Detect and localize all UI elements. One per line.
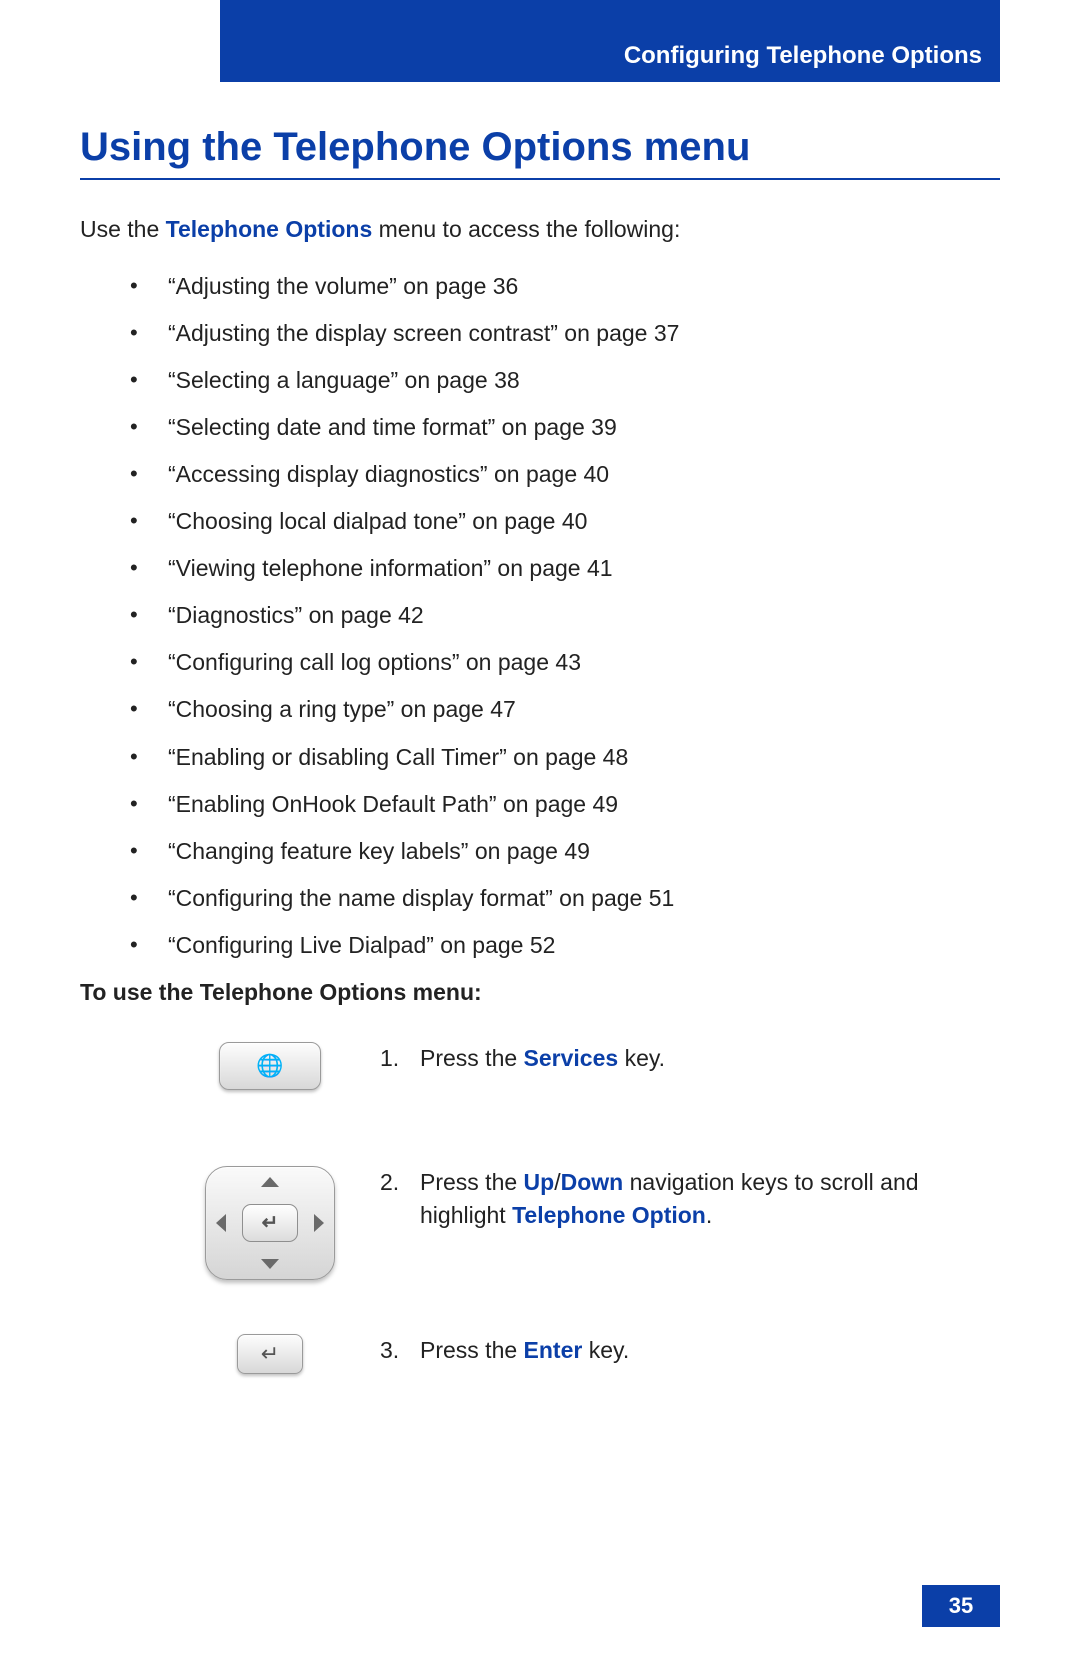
page-number-badge: 35 bbox=[922, 1585, 1000, 1627]
step-icon-cell: ↵ bbox=[160, 1166, 380, 1280]
list-item: “Adjusting the display screen contrast” … bbox=[130, 318, 1000, 349]
list-item: “Enabling OnHook Default Path” on page 4… bbox=[130, 789, 1000, 820]
intro-suffix: menu to access the following: bbox=[372, 216, 680, 242]
list-item: “Accessing display diagnostics” on page … bbox=[130, 459, 1000, 490]
step-body: Press the Enter key. bbox=[420, 1334, 629, 1367]
step-row: ↵ 3.Press the Enter key. bbox=[160, 1334, 1000, 1404]
left-arrow-icon bbox=[216, 1214, 226, 1232]
steps-container: 🌐1.Press the Services key.↵2.Press the U… bbox=[80, 1042, 1000, 1404]
services-key-icon: 🌐 bbox=[219, 1042, 321, 1090]
running-header-text: Configuring Telephone Options bbox=[624, 42, 982, 70]
list-item: “Choosing a ring type” on page 47 bbox=[130, 694, 1000, 725]
down-arrow-icon bbox=[261, 1259, 279, 1269]
intro-prefix: Use the bbox=[80, 216, 166, 242]
navigation-pad-icon: ↵ bbox=[205, 1166, 335, 1280]
list-item: “Choosing local dialpad tone” on page 40 bbox=[130, 506, 1000, 537]
enter-key-icon: ↵ bbox=[237, 1334, 303, 1374]
document-page: Configuring Telephone Options Using the … bbox=[0, 0, 1080, 1669]
bullet-list: “Adjusting the volume” on page 36 “Adjust… bbox=[80, 271, 1000, 961]
step-number: 1. bbox=[380, 1042, 420, 1075]
list-item: “Configuring call log options” on page 4… bbox=[130, 647, 1000, 678]
step-text-fragment: Press the bbox=[420, 1045, 524, 1071]
list-item: “Enabling or disabling Call Timer” on pa… bbox=[130, 742, 1000, 773]
list-item: “Changing feature key labels” on page 49 bbox=[130, 836, 1000, 867]
list-item: “Configuring Live Dialpad” on page 52 bbox=[130, 930, 1000, 961]
step-text: 2.Press the Up/Down navigation keys to s… bbox=[380, 1166, 1000, 1233]
page-number: 35 bbox=[949, 1593, 973, 1619]
page-title: Using the Telephone Options menu bbox=[80, 125, 1000, 180]
step-text-fragment: Press the bbox=[420, 1337, 524, 1363]
step-icon-cell: ↵ bbox=[160, 1334, 380, 1374]
keyword: Down bbox=[561, 1169, 624, 1195]
return-arrow-icon: ↵ bbox=[261, 1341, 279, 1367]
step-text: 3.Press the Enter key. bbox=[380, 1334, 1000, 1367]
list-item: “Adjusting the volume” on page 36 bbox=[130, 271, 1000, 302]
list-item: “Selecting a language” on page 38 bbox=[130, 365, 1000, 396]
keyword: Services bbox=[524, 1045, 619, 1071]
step-body: Press the Up/Down navigation keys to scr… bbox=[420, 1166, 1000, 1233]
step-text-fragment: key. bbox=[582, 1337, 629, 1363]
step-body: Press the Services key. bbox=[420, 1042, 665, 1075]
step-row: 🌐 1.Press the Services key. bbox=[160, 1042, 1000, 1112]
step-number: 2. bbox=[380, 1166, 420, 1233]
list-item: “Selecting date and time format” on page… bbox=[130, 412, 1000, 443]
intro-paragraph: Use the Telephone Options menu to access… bbox=[80, 214, 1000, 245]
up-arrow-icon bbox=[261, 1177, 279, 1187]
list-item: “Configuring the name display format” on… bbox=[130, 883, 1000, 914]
step-text-fragment: Press the bbox=[420, 1169, 524, 1195]
step-icon-cell: 🌐 bbox=[160, 1042, 380, 1090]
keyword: Telephone Option bbox=[512, 1202, 706, 1228]
list-item: “Viewing telephone information” on page … bbox=[130, 553, 1000, 584]
step-number: 3. bbox=[380, 1334, 420, 1367]
right-arrow-icon bbox=[314, 1214, 324, 1232]
step-row: ↵ 2.Press the Up/Down navigation keys to … bbox=[160, 1166, 1000, 1280]
step-text: 1.Press the Services key. bbox=[380, 1042, 1000, 1075]
globe-icon: 🌐 bbox=[256, 1053, 283, 1079]
step-text-fragment: . bbox=[706, 1202, 712, 1228]
page-content: Using the Telephone Options menu Use the… bbox=[80, 125, 1000, 1404]
step-text-fragment: key. bbox=[618, 1045, 665, 1071]
keyword: Enter bbox=[524, 1337, 583, 1363]
list-item: “Diagnostics” on page 42 bbox=[130, 600, 1000, 631]
running-header: Configuring Telephone Options bbox=[220, 0, 1000, 82]
intro-strong: Telephone Options bbox=[166, 216, 373, 242]
keyword: Up bbox=[524, 1169, 555, 1195]
subheading: To use the Telephone Options menu: bbox=[80, 979, 1000, 1006]
enter-key-icon: ↵ bbox=[242, 1204, 298, 1242]
